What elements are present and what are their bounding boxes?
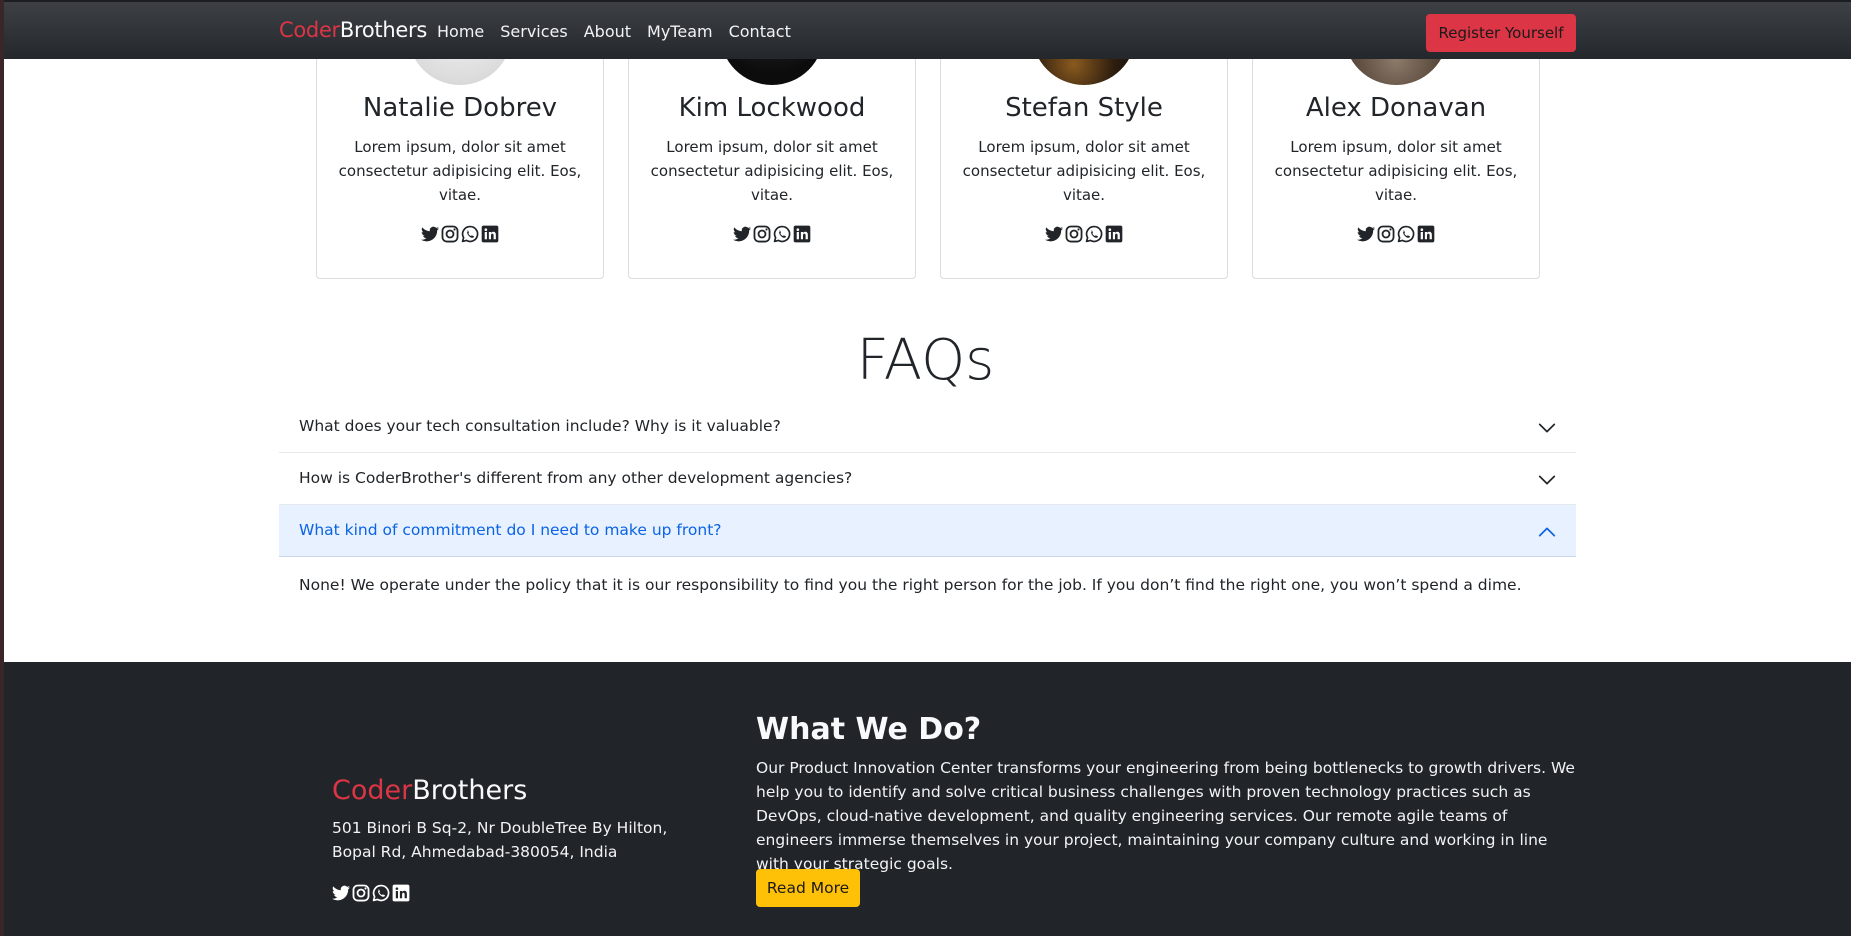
linkedin-icon[interactable] (1105, 225, 1123, 243)
twitter-icon[interactable] (332, 884, 350, 902)
team-card: Alex Donavan Lorem ipsum, dolor sit amet… (1252, 0, 1540, 279)
footer-social-links (332, 884, 410, 902)
instagram-icon[interactable] (1065, 225, 1083, 243)
team-member-bio: Lorem ipsum, dolor sit amet consectetur … (962, 138, 1206, 204)
instagram-icon[interactable] (1377, 225, 1395, 243)
faq-question: What kind of commitment do I need to mak… (299, 521, 722, 539)
linkedin-icon[interactable] (1417, 225, 1435, 243)
team-card: Stefan Style Lorem ipsum, dolor sit amet… (940, 0, 1228, 279)
brand-logo[interactable]: CoderBrothers (279, 18, 427, 42)
nav-about-link[interactable]: About (584, 22, 631, 41)
faq-question: What does your tech consultation include… (299, 417, 781, 435)
team-member-bio: Lorem ipsum, dolor sit amet consectetur … (338, 138, 582, 204)
linkedin-icon[interactable] (481, 225, 499, 243)
faq-item-2-header[interactable]: How is CoderBrother's different from any… (279, 453, 1576, 505)
social-links (941, 225, 1227, 243)
nav-contact-link[interactable]: Contact (729, 22, 791, 41)
social-links (1253, 225, 1539, 243)
nav-myteam-link[interactable]: MyTeam (647, 22, 713, 41)
linkedin-icon[interactable] (793, 225, 811, 243)
footer-address: 501 Binori B Sq-2, Nr DoubleTree By Hilt… (332, 819, 668, 861)
twitter-icon[interactable] (1357, 225, 1375, 243)
social-links (317, 225, 603, 243)
team-member-name: Natalie Dobrev (362, 93, 558, 123)
whatsapp-icon[interactable] (461, 225, 479, 243)
footer-brand-brothers-text: Brothers (412, 775, 528, 806)
footer: CoderBrothers 501 Binori B Sq-2, Nr Doub… (0, 662, 1851, 936)
twitter-icon[interactable] (1045, 225, 1063, 243)
chevron-down-icon (1538, 471, 1556, 489)
team-card: Kim Lockwood Lorem ipsum, dolor sit amet… (628, 0, 916, 279)
read-more-button[interactable]: Read More (756, 869, 860, 907)
team-member-bio: Lorem ipsum, dolor sit amet consectetur … (650, 138, 894, 204)
social-links (629, 225, 915, 243)
team-member-name: Stefan Style (1005, 93, 1163, 123)
linkedin-icon[interactable] (392, 884, 410, 902)
nav-links: Home Services About MyTeam Contact (437, 22, 807, 41)
nav-services-link[interactable]: Services (500, 22, 567, 41)
footer-description: Our Product Innovation Center transforms… (756, 759, 1575, 873)
footer-heading: What We Do? (756, 712, 982, 747)
twitter-icon[interactable] (733, 225, 751, 243)
top-navbar: CoderBrothers Home Services About MyTeam… (0, 0, 1851, 59)
brand-coder-text: Coder (279, 18, 340, 42)
nav-home-link[interactable]: Home (437, 22, 484, 41)
whatsapp-icon[interactable] (773, 225, 791, 243)
window-edge (0, 0, 4, 936)
team-member-name: Kim Lockwood (678, 93, 866, 123)
faq-item-1-header[interactable]: What does your tech consultation include… (279, 401, 1576, 453)
whatsapp-icon[interactable] (1397, 225, 1415, 243)
team-member-name: Alex Donavan (1305, 93, 1487, 123)
chevron-down-icon (1538, 419, 1556, 437)
twitter-icon[interactable] (421, 225, 439, 243)
chevron-up-icon (1538, 523, 1556, 541)
whatsapp-icon[interactable] (1085, 225, 1103, 243)
whatsapp-icon[interactable] (372, 884, 390, 902)
brand-brothers-text: Brothers (339, 18, 427, 42)
instagram-icon[interactable] (352, 884, 370, 902)
footer-brand-coder-text: Coder (332, 775, 413, 806)
team-card: Natalie Dobrev Lorem ipsum, dolor sit am… (316, 0, 604, 279)
register-button[interactable]: Register Yourself (1426, 14, 1576, 52)
footer-brand: CoderBrothers (332, 775, 527, 806)
instagram-icon[interactable] (753, 225, 771, 243)
faq-title: FAQs (856, 328, 995, 393)
team-member-bio: Lorem ipsum, dolor sit amet consectetur … (1274, 138, 1518, 204)
faq-question: How is CoderBrother's different from any… (299, 469, 853, 487)
faq-answer: None! We operate under the policy that i… (299, 576, 1522, 594)
faq-item-3-header[interactable]: What kind of commitment do I need to mak… (279, 505, 1576, 557)
instagram-icon[interactable] (441, 225, 459, 243)
